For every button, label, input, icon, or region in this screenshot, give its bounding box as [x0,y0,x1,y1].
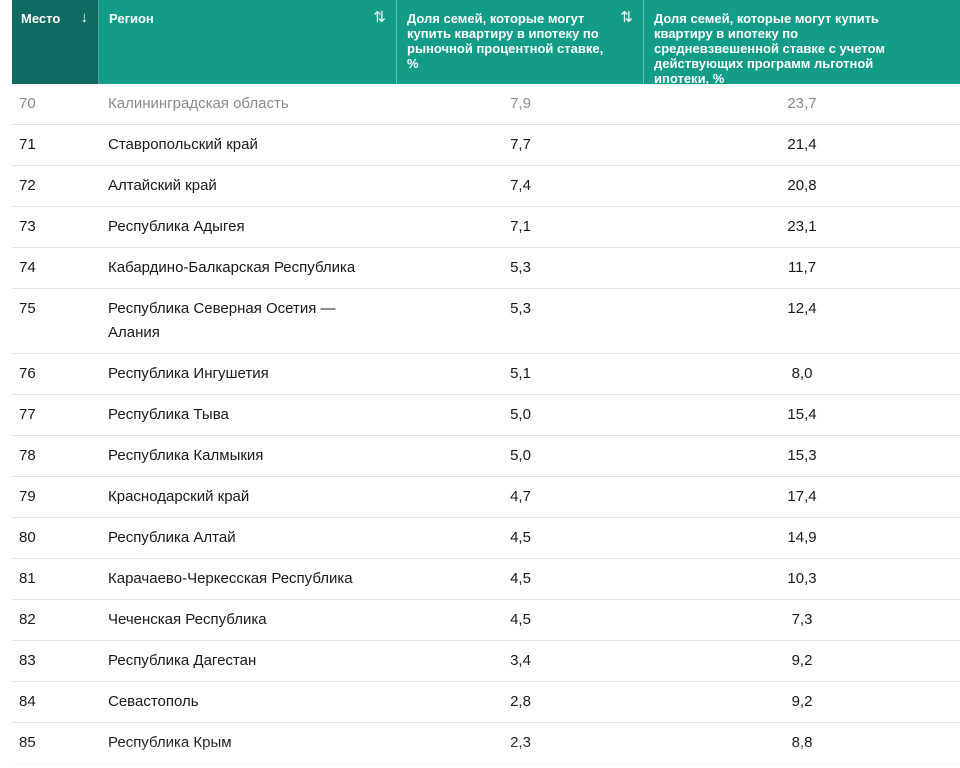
cell-region: Республика Дагестан [108,652,257,669]
cell-preferential-rate: 14,9 [787,529,817,546]
cell-market-rate: 4,5 [510,529,531,546]
cell-region: Республика Тыва [108,406,229,423]
table-row: 74 Кабардино-Балкарская Республика 5,3 11,7 [12,248,960,289]
cell-market-rate: 2,8 [510,693,531,710]
cell-preferential-rate: 8,0 [791,365,813,382]
table-row: 71 Ставропольский край 7,7 21,4 [12,125,960,166]
cell-place: 70 [19,95,36,112]
cell-preferential-rate: 15,4 [787,406,817,423]
table-row: 75 Республика Северная Осетия — Алания 5,3… [12,289,960,354]
table-row: 70 Калининградская область 7,9 23,7 [12,84,960,125]
cell-preferential-rate: 17,4 [787,488,817,505]
cell-place: 74 [19,259,36,276]
cell-market-rate: 5,1 [510,365,531,382]
cell-preferential-rate: 9,2 [791,693,813,710]
table-row: 73 Республика Адыгея 7,1 23,1 [12,207,960,248]
cell-preferential-rate: 7,3 [791,611,813,628]
cell-place: 73 [19,218,36,235]
cell-place: 77 [19,406,36,423]
cell-place: 72 [19,177,36,194]
column-header-market-rate-label: Доля семей, которые могут купить квартир… [407,11,604,71]
cell-market-rate: 7,9 [510,95,531,112]
cell-place: 85 [19,734,36,751]
column-header-region-label: Регион [109,11,154,26]
cell-market-rate: 5,3 [510,259,531,276]
table-row: 76 Республика Ингушетия 5,1 8,0 [12,354,960,395]
cell-region: Чеченская Республика [108,611,267,628]
cell-market-rate: 4,5 [510,570,531,587]
cell-region: Республика Северная Осетия — Алания [108,300,336,341]
cell-preferential-rate: 9,2 [791,652,813,669]
cell-place: 75 [19,300,36,317]
column-header-market-rate[interactable]: Доля семей, которые могут купить квартир… [397,0,644,84]
cell-preferential-rate: 21,4 [787,136,817,153]
cell-place: 71 [19,136,36,153]
table-row: 77 Республика Тыва 5,0 15,4 [12,395,960,436]
cell-place: 81 [19,570,36,587]
cell-preferential-rate: 23,7 [787,95,817,112]
cell-preferential-rate: 8,8 [791,734,813,751]
table-row: 82 Чеченская Республика 4,5 7,3 [12,600,960,641]
cell-preferential-rate: 15,3 [787,447,817,464]
cell-place: 78 [19,447,36,464]
table-row: 83 Республика Дагестан 3,4 9,2 [12,641,960,682]
cell-region: Краснодарский край [108,488,250,505]
cell-region: Кабардино-Балкарская Республика [108,259,356,276]
cell-market-rate: 5,0 [510,447,531,464]
table-row: 85 Республика Крым 2,3 8,8 [12,723,960,764]
column-header-preferential-rate[interactable]: Доля семей, которые могут купить квартир… [644,0,960,86]
sort-toggle-icon[interactable]: ⇅ [373,10,386,25]
cell-preferential-rate: 23,1 [787,218,817,235]
cell-market-rate: 4,5 [510,611,531,628]
cell-place: 83 [19,652,36,669]
cell-market-rate: 5,0 [510,406,531,423]
table-row: 72 Алтайский край 7,4 20,8 [12,166,960,207]
cell-market-rate: 7,7 [510,136,531,153]
table-row: 79 Краснодарский край 4,7 17,4 [12,477,960,518]
cell-preferential-rate: 12,4 [787,300,817,317]
cell-region: Республика Алтай [108,529,236,546]
cell-region: Республика Калмыкия [108,447,264,464]
table-row: 78 Республика Калмыкия 5,0 15,3 [12,436,960,477]
cell-region: Карачаево-Черкесская Республика [108,570,353,587]
cell-preferential-rate: 11,7 [787,259,817,276]
cell-region: Севастополь [108,693,199,710]
cell-market-rate: 3,4 [510,652,531,669]
column-header-region[interactable]: Регион ⇅ [99,0,397,84]
cell-place: 79 [19,488,36,505]
sort-toggle-icon[interactable]: ⇅ [620,10,633,25]
cell-market-rate: 4,7 [510,488,531,505]
column-header-preferential-rate-label: Доля семей, которые могут купить квартир… [654,11,885,86]
table-row: 84 Севастополь 2,8 9,2 [12,682,960,723]
regions-table: Место ↓ Регион ⇅ Доля семей, которые мог… [12,0,960,764]
cell-region: Ставропольский край [108,136,258,153]
cell-region: Республика Ингушетия [108,365,269,382]
column-header-place[interactable]: Место ↓ [12,0,99,84]
cell-market-rate: 7,1 [510,218,531,235]
table-header: Место ↓ Регион ⇅ Доля семей, которые мог… [12,0,960,86]
cell-place: 84 [19,693,36,710]
cell-place: 82 [19,611,36,628]
cell-place: 80 [19,529,36,546]
cell-market-rate: 7,4 [510,177,531,194]
table-row: 80 Республика Алтай 4,5 14,9 [12,518,960,559]
cell-region: Калининградская область [108,95,289,112]
cell-place: 76 [19,365,36,382]
cell-preferential-rate: 10,3 [787,570,817,587]
sort-descending-icon[interactable]: ↓ [81,10,89,25]
cell-region: Алтайский край [108,177,217,194]
cell-region: Республика Адыгея [108,218,245,235]
cell-market-rate: 2,3 [510,734,531,751]
cell-market-rate: 5,3 [510,300,531,317]
table-body: 70 Калининградская область 7,9 23,7 71 Ставро… [12,84,960,764]
cell-region: Республика Крым [108,734,232,751]
table-row: 81 Карачаево-Черкесская Республика 4,5 10,3 [12,559,960,600]
cell-preferential-rate: 20,8 [787,177,817,194]
